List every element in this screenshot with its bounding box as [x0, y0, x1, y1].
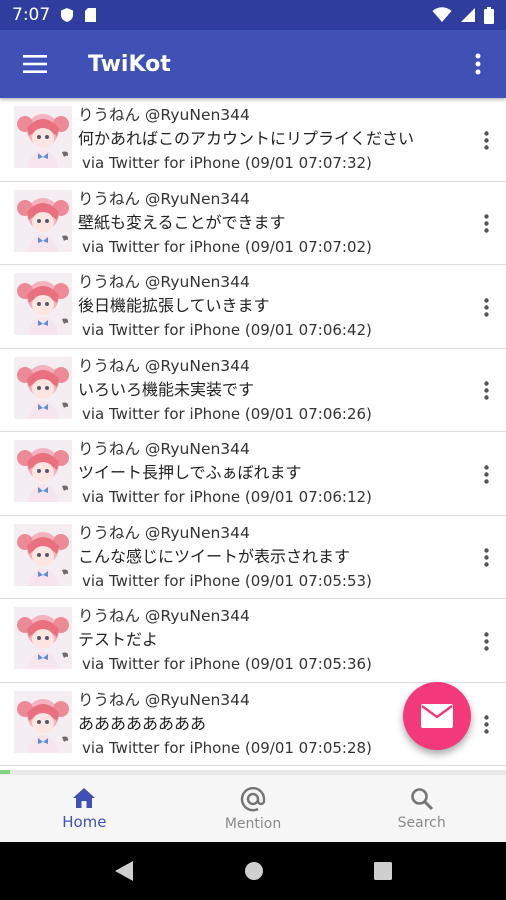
nav-search-label: Search	[397, 814, 446, 831]
avatar[interactable]	[14, 356, 72, 419]
tweet-more-button[interactable]	[472, 458, 500, 490]
tweet-item[interactable]: りうねん @RyuNen344 何かあればこのアカウントにリプライください vi…	[0, 98, 506, 182]
tweet-via: via Twitter for iPhone (09/01 07:05:28)	[82, 738, 372, 757]
more-vert-icon	[483, 631, 489, 651]
sd-card-icon	[85, 8, 97, 22]
more-vert-icon	[483, 715, 489, 734]
more-vert-icon	[483, 548, 489, 567]
nav-home-label: Home	[62, 812, 107, 831]
avatar[interactable]	[14, 189, 72, 252]
more-vert-icon	[483, 297, 489, 317]
at-sign-icon	[240, 786, 266, 811]
app-bar: TwiKot	[0, 30, 506, 98]
nav-home[interactable]: Home	[0, 775, 169, 842]
tweet-more-button[interactable]	[472, 208, 500, 240]
tweet-via: via Twitter for iPhone (09/01 07:05:36)	[82, 655, 372, 673]
back-icon[interactable]	[114, 860, 134, 882]
avatar[interactable]	[14, 607, 72, 669]
battery-icon	[484, 6, 494, 24]
tweet-more-button[interactable]	[472, 709, 500, 741]
tweet-via: via Twitter for iPhone (09/01 07:07:32)	[82, 154, 372, 172]
tweet-item[interactable]: りうねん @RyuNen344 後日機能拡張していきます via Twitter…	[0, 265, 506, 349]
tweet-user: りうねん @RyuNen344	[78, 523, 250, 542]
bottom-navigation: Home Mention Search	[0, 774, 506, 842]
mail-icon	[421, 704, 453, 728]
tweet-user: りうねん @RyuNen344	[78, 106, 250, 124]
tweet-text: いろいろ機能未実装です	[78, 379, 255, 399]
tweet-user: りうねん @RyuNen344	[78, 356, 250, 375]
tweet-user: りうねん @RyuNen344	[78, 189, 250, 208]
nav-search[interactable]: Search	[337, 775, 506, 842]
tweet-more-button[interactable]	[472, 291, 500, 323]
search-icon	[410, 787, 433, 810]
tweet-via: via Twitter for iPhone (09/01 07:07:02)	[82, 237, 372, 256]
tweet-text: ツイート長押しでふぁぼれます	[78, 463, 302, 482]
system-navigation-bar	[0, 842, 506, 900]
more-vert-icon	[483, 381, 489, 400]
more-vert-icon	[483, 214, 489, 233]
avatar[interactable]	[14, 523, 72, 586]
wifi-icon	[432, 7, 452, 22]
menu-icon	[23, 55, 47, 73]
tweet-user: りうねん @RyuNen344	[78, 440, 250, 458]
home-icon	[73, 787, 96, 808]
tweet-item[interactable]: りうねん @RyuNen344 テストだよ via Twitter for iP…	[0, 599, 506, 683]
tweet-text: 壁紙も変えることができます	[78, 212, 286, 232]
compose-tweet-fab[interactable]	[403, 682, 471, 750]
tweet-text: テストだよ	[78, 630, 159, 649]
app-title: TwiKot	[88, 51, 171, 77]
more-vert-icon	[483, 464, 489, 484]
menu-button[interactable]	[0, 30, 70, 98]
more-vert-icon	[475, 53, 481, 75]
tweet-item[interactable]: りうねん @RyuNen344 いろいろ機能未実装です via Twitter …	[0, 348, 506, 432]
tweet-more-button[interactable]	[472, 124, 500, 156]
tweet-more-button[interactable]	[472, 375, 500, 407]
status-time: 7:07	[12, 5, 51, 25]
tweet-via: via Twitter for iPhone (09/01 07:05:53)	[82, 571, 372, 590]
recents-icon[interactable]	[374, 862, 392, 880]
tweet-more-button[interactable]	[472, 542, 500, 574]
tweet-via: via Twitter for iPhone (09/01 07:06:26)	[82, 404, 372, 423]
tweet-user: りうねん @RyuNen344	[78, 607, 250, 625]
tweet-timeline[interactable]: りうねん @RyuNen344 何かあればこのアカウントにリプライください vi…	[0, 98, 506, 770]
avatar[interactable]	[14, 440, 72, 502]
tweet-item[interactable]: りうねん @RyuNen344 こんな感じにツイートが表示されます via Tw…	[0, 515, 506, 599]
tweet-via: via Twitter for iPhone (09/01 07:06:12)	[82, 488, 372, 506]
avatar[interactable]	[14, 273, 72, 335]
tweet-via: via Twitter for iPhone (09/01 07:06:42)	[82, 321, 372, 339]
tweet-item[interactable]: りうねん @RyuNen344 ツイート長押しでふぁぼれます via Twitt…	[0, 432, 506, 516]
home-circle-icon[interactable]	[244, 861, 264, 881]
nav-mention[interactable]: Mention	[169, 775, 338, 842]
tweet-more-button[interactable]	[472, 625, 500, 657]
tweet-text: こんな感じにツイートが表示されます	[78, 546, 351, 566]
avatar[interactable]	[14, 106, 72, 168]
avatar[interactable]	[14, 690, 72, 753]
overflow-menu-button[interactable]	[450, 30, 506, 98]
nav-mention-label: Mention	[224, 815, 282, 832]
shield-icon	[61, 8, 74, 22]
tweet-text: 何かあればこのアカウントにリプライください	[78, 129, 415, 148]
more-vert-icon	[483, 130, 489, 150]
tweet-text: 後日機能拡張していきます	[78, 296, 270, 315]
signal-icon	[461, 8, 475, 22]
status-bar: 7:07	[0, 0, 506, 30]
tweet-item[interactable]: りうねん @RyuNen344 壁紙も変えることができます via Twitte…	[0, 181, 506, 265]
tweet-user: りうねん @RyuNen344	[78, 273, 250, 291]
